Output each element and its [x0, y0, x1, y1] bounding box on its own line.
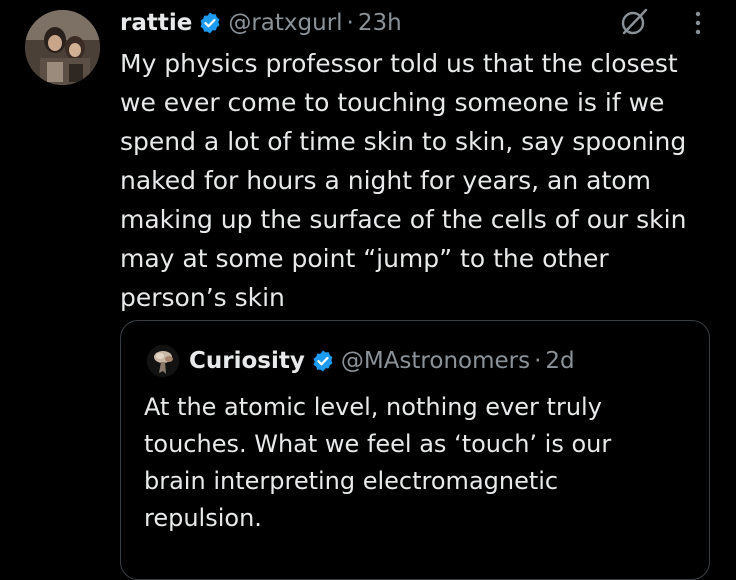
author-display-name[interactable]: rattie — [120, 10, 192, 36]
tweet-text: My physics professor told us that the cl… — [120, 44, 720, 317]
tweet-text-line: My physics professor told us that the cl… — [120, 49, 678, 78]
tweet-text-line: making up the surface of the cells of ou… — [120, 205, 687, 234]
grok-icon[interactable] — [618, 6, 650, 38]
tweet-text-line: may at some point “jump” to the other — [120, 244, 609, 273]
author-handle[interactable]: @ratxgurl — [228, 10, 342, 36]
tweet-timestamp[interactable]: 23h — [358, 10, 402, 36]
quoted-author-handle[interactable]: @MAstronomers — [341, 348, 530, 374]
quoted-tweet-header: Curiosity @MAstronomers · 2d — [189, 343, 575, 379]
avatar-photo — [25, 10, 100, 85]
tweet-text-line: spend a lot of time skin to skin, say sp… — [120, 127, 687, 156]
quoted-header-separator: · — [534, 348, 542, 374]
header-separator: · — [346, 10, 354, 36]
tweet-text-line: we ever come to touching someone is if w… — [120, 88, 665, 117]
verified-badge-icon — [198, 11, 222, 35]
quoted-tweet-text: At the atomic level, nothing ever truly … — [144, 389, 704, 537]
quoted-tweet-timestamp[interactable]: 2d — [545, 348, 574, 374]
more-options-icon[interactable] — [688, 8, 708, 38]
quoted-text-line: brain interpreting electromagnetic — [144, 467, 559, 495]
quoted-author-display-name[interactable]: Curiosity — [189, 348, 305, 374]
author-avatar[interactable] — [25, 10, 100, 85]
tweet-header: rattie @ratxgurl · 23h — [120, 5, 402, 41]
quoted-text-line: At the atomic level, nothing ever truly — [144, 393, 602, 421]
tweet-text-line: person’s skin — [120, 283, 285, 312]
quoted-verified-badge-icon — [311, 349, 335, 373]
quoted-author-avatar[interactable] — [147, 345, 179, 377]
tweet-text-line: naked for hours a night for years, an at… — [120, 166, 651, 195]
quoted-text-line: touches. What we feel as ‘touch’ is our — [144, 430, 612, 458]
quoted-text-line: repulsion. — [144, 504, 262, 532]
quoted-avatar-image — [147, 345, 179, 377]
quoted-tweet-card[interactable]: Curiosity @MAstronomers · 2d At the atom… — [120, 320, 710, 580]
